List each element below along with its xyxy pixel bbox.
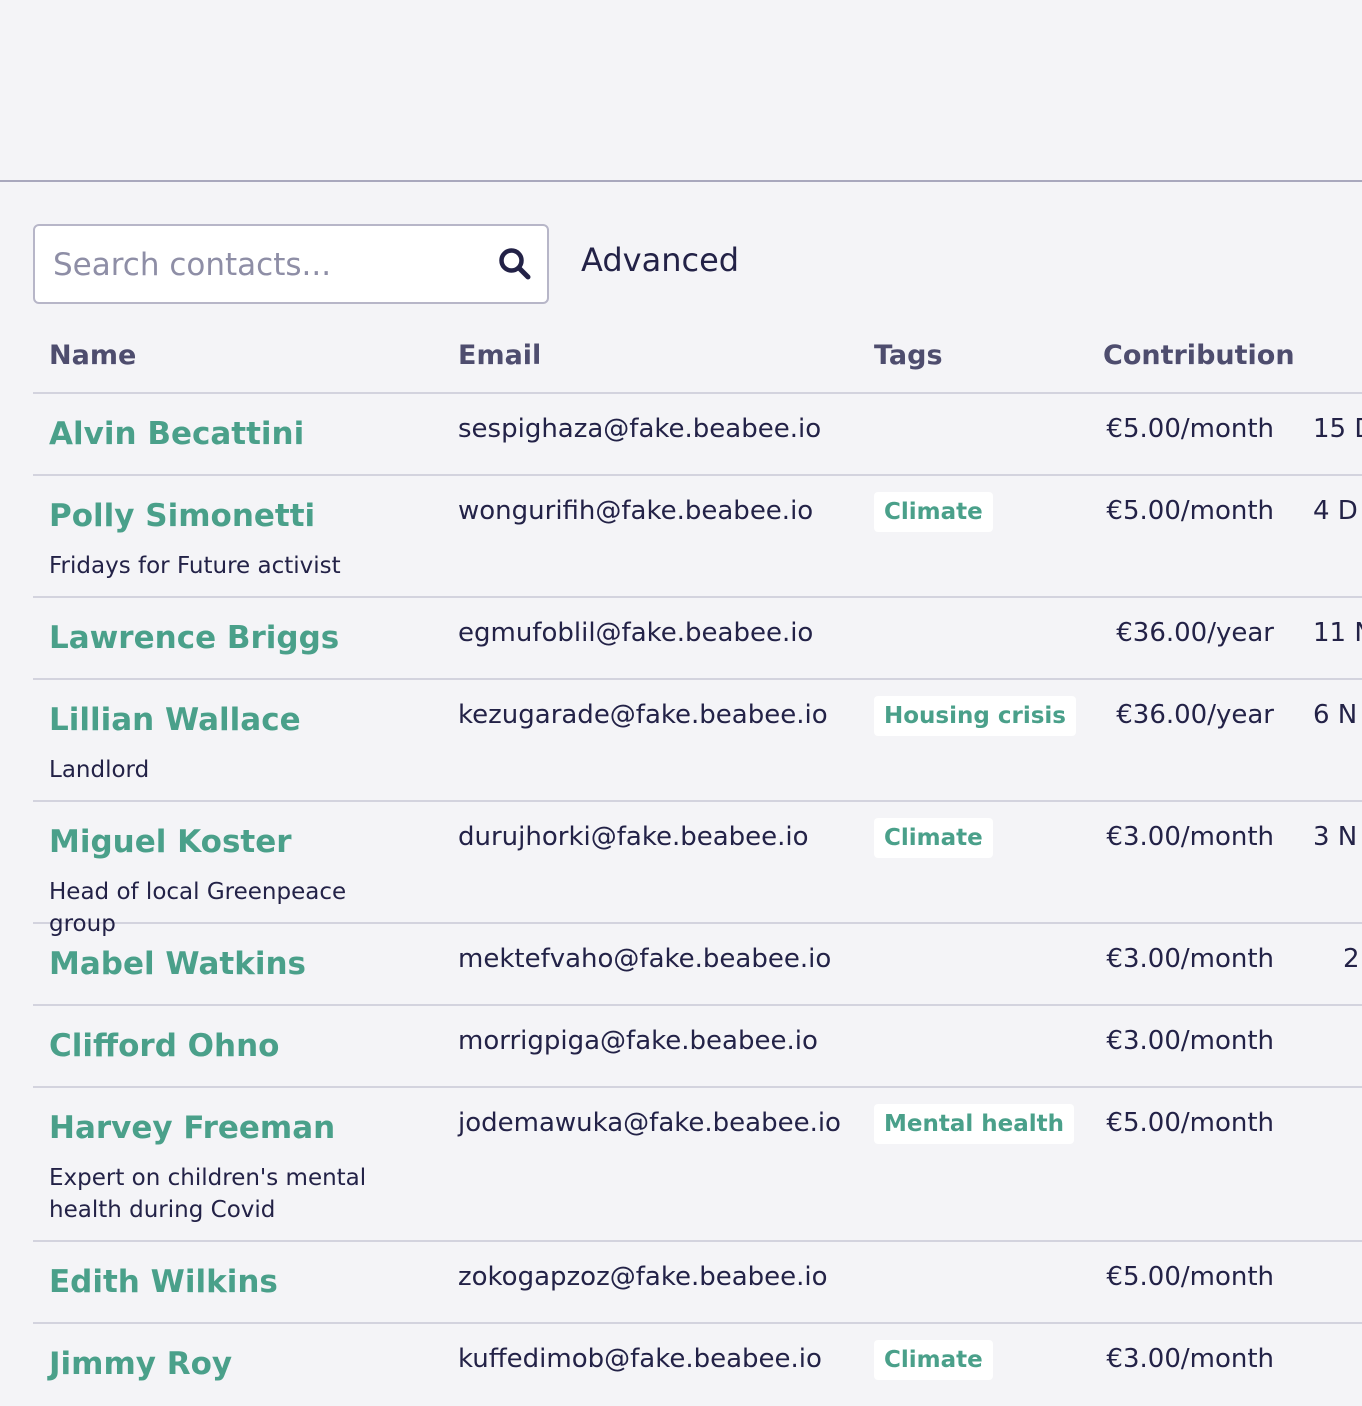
table-row[interactable]: Lawrence Briggs egmufoblil@fake.beabee.i… [33,598,1362,680]
contact-contribution: €3.00/month [1106,944,1274,974]
contact-description: Expert on children's mental health durin… [49,1165,367,1223]
contact-contribution: €3.00/month [1106,1026,1274,1056]
table-row[interactable]: Edith Wilkins zokogapzoz@fake.beabee.io … [33,1242,1362,1324]
search-box [33,224,549,304]
search-toolbar: Advanced [33,224,739,304]
contact-email: morrigpiga@fake.beabee.io [458,1026,818,1056]
contact-contribution: €36.00/year [1116,618,1274,648]
contact-name[interactable]: Mabel Watkins [49,946,306,982]
column-header-name[interactable]: Name [49,340,136,371]
column-header-email[interactable]: Email [458,340,541,371]
table-row[interactable]: Miguel Koster Head of local Greenpeace g… [33,802,1362,937]
search-icon[interactable] [497,246,533,282]
contact-email: wongurifih@fake.beabee.io [458,496,814,526]
contacts-table: Name Email Tags Contribution Alvin Becat… [33,320,1362,1406]
contact-contribution: €5.00/month [1106,496,1274,526]
contact-joined: 4 D [1313,496,1358,526]
contact-email: mektefvaho@fake.beabee.io [458,944,832,974]
contact-contribution: €3.00/month [1106,822,1274,852]
contact-name[interactable]: Clifford Ohno [49,1028,279,1064]
top-header-area [0,0,1362,182]
contact-contribution: €5.00/month [1106,414,1274,444]
contact-email: durujhorki@fake.beabee.io [458,822,809,852]
contact-contribution: €3.00/month [1106,1344,1274,1374]
contact-contribution: €36.00/year [1116,700,1274,730]
contact-description: Fridays for Future activist [49,553,341,579]
table-row[interactable]: Mabel Watkins mektefvaho@fake.beabee.io … [33,924,1362,1006]
contact-contribution: €5.00/month [1106,1108,1274,1138]
contact-joined: 2 [1343,944,1360,974]
contact-name[interactable]: Edith Wilkins [49,1264,278,1300]
table-row[interactable]: Lillian Wallace Landlord kezugarade@fake… [33,680,1362,802]
tag-badge: Mental health [874,1104,1075,1144]
contact-email: zokogapzoz@fake.beabee.io [458,1262,828,1292]
column-header-tags[interactable]: Tags [874,340,943,371]
tag-badge: Climate [874,492,993,532]
contact-name[interactable]: Jimmy Roy [49,1346,232,1382]
search-input[interactable] [51,226,495,304]
contact-name[interactable]: Lillian Wallace [49,702,301,738]
contact-name[interactable]: Alvin Becattini [49,416,304,452]
contact-description: Landlord [49,757,150,783]
table-row[interactable]: Alvin Becattini sespighaza@fake.beabee.i… [33,394,1362,476]
contact-email: jodemawuka@fake.beabee.io [458,1108,841,1138]
contact-joined: 15 D [1313,414,1362,444]
contact-email: egmufoblil@fake.beabee.io [458,618,814,648]
contact-email: sespighaza@fake.beabee.io [458,414,822,444]
column-header-contribution[interactable]: Contribution [1103,340,1295,371]
advanced-search-link[interactable]: Advanced [581,241,739,279]
tag-badge: Climate [874,818,993,858]
contact-name[interactable]: Miguel Koster [49,824,292,860]
contact-name[interactable]: Harvey Freeman [49,1110,335,1146]
contact-contribution: €5.00/month [1106,1262,1274,1292]
contact-email: kezugarade@fake.beabee.io [458,700,828,730]
tag-badge: Climate [874,1340,993,1380]
contact-joined: 6 N [1313,700,1358,730]
table-row[interactable]: Jimmy Roy kuffedimob@fake.beabee.io Clim… [33,1324,1362,1406]
contact-joined: 11 N [1313,618,1362,648]
contact-name[interactable]: Polly Simonetti [49,498,315,534]
table-row[interactable]: Harvey Freeman Expert on children's ment… [33,1088,1362,1242]
table-row[interactable]: Polly Simonetti Fridays for Future activ… [33,476,1362,598]
contact-email: kuffedimob@fake.beabee.io [458,1344,822,1374]
tag-badge: Housing crisis [874,696,1076,736]
contact-name[interactable]: Lawrence Briggs [49,620,339,656]
contact-joined: 3 N [1313,822,1358,852]
table-header: Name Email Tags Contribution [33,320,1362,394]
table-row[interactable]: Clifford Ohno morrigpiga@fake.beabee.io … [33,1006,1362,1088]
